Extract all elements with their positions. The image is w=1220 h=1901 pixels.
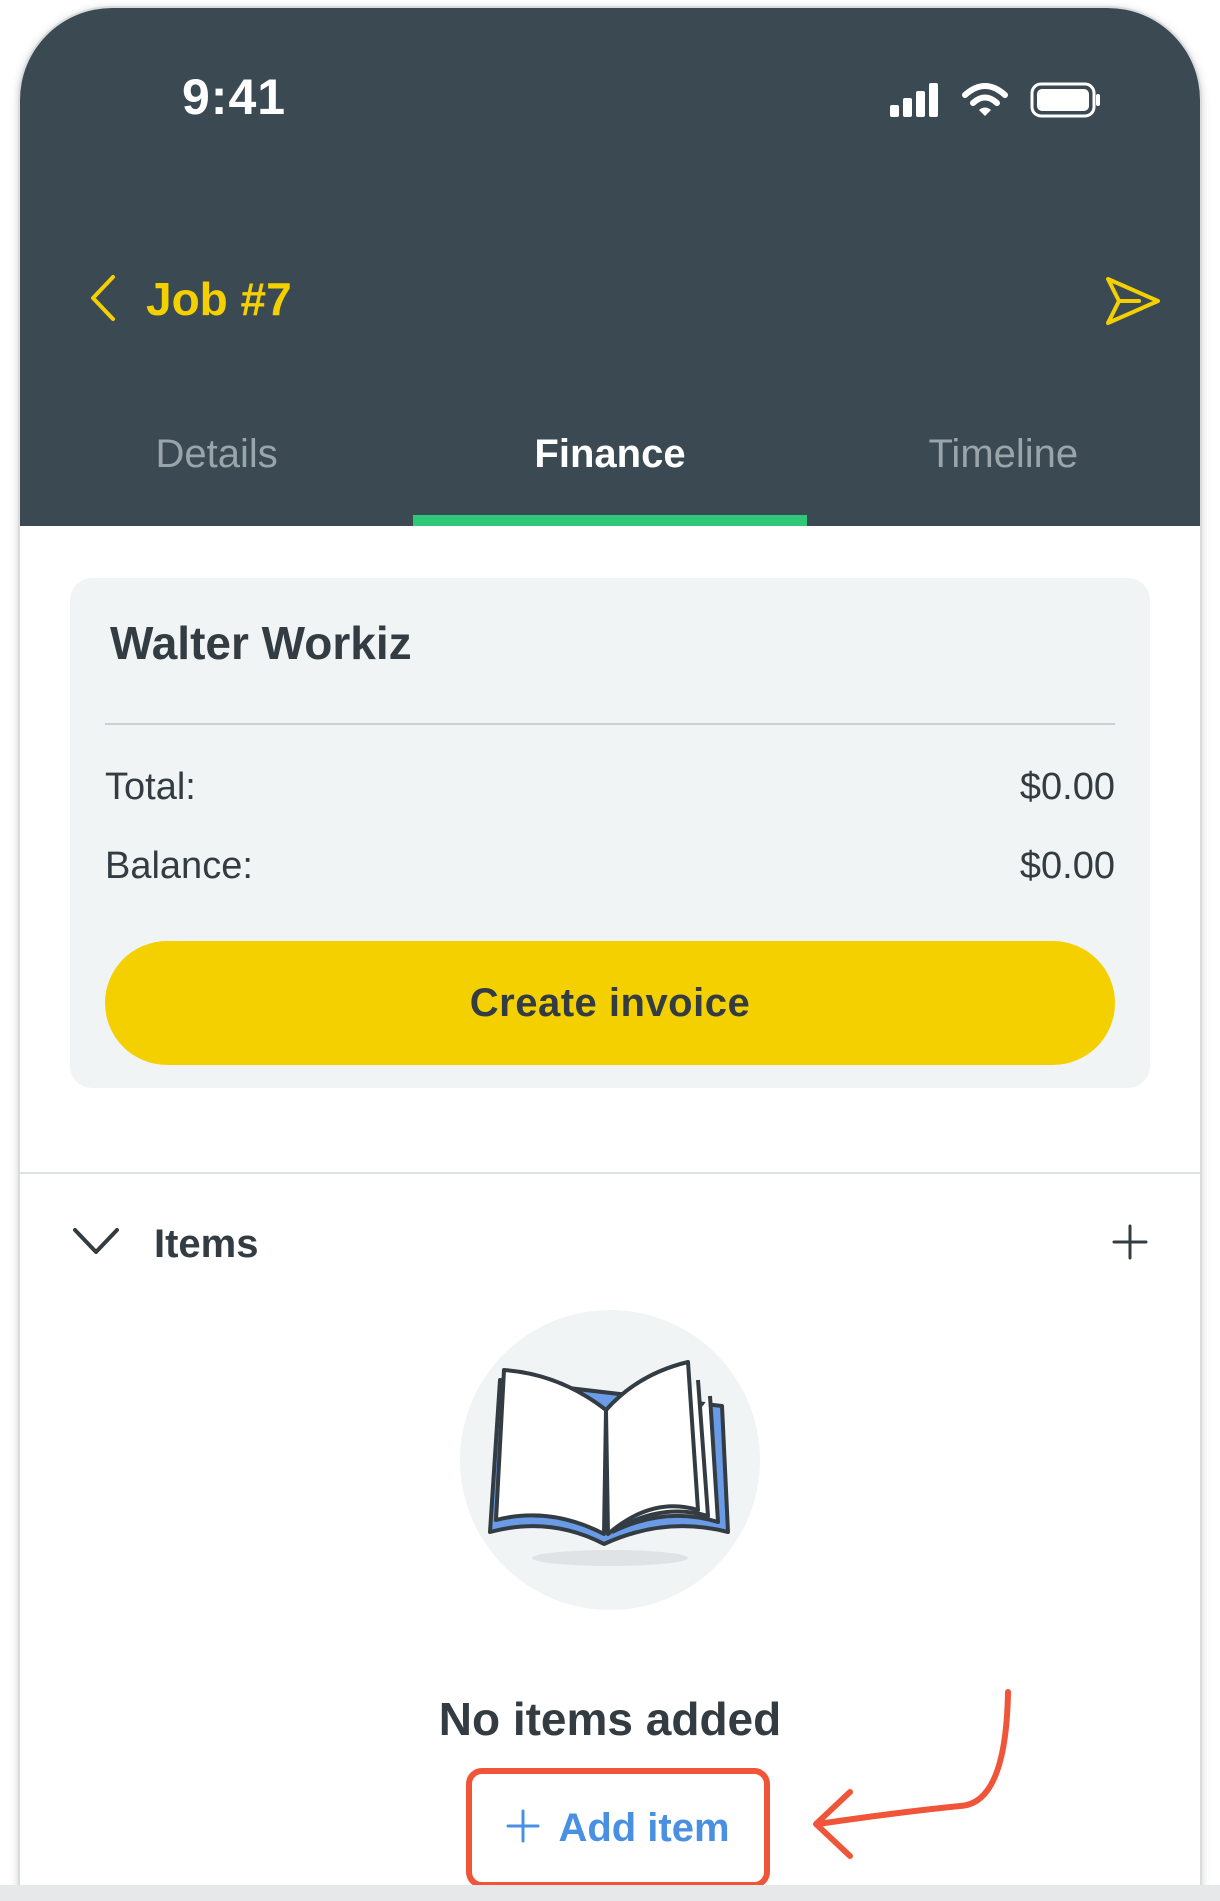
balance-value: $0.00 [1019,845,1115,887]
customer-name: Walter Workiz [110,617,412,669]
total-value: $0.00 [1019,766,1115,808]
open-book-icon [460,1360,760,1614]
active-tab-indicator [413,515,807,526]
items-title: Items [154,1222,259,1266]
signal-icon [890,83,940,122]
status-icons [890,82,1102,123]
phone-frame: 9:41 Job #7 Details Finance Timeline Wal… [20,8,1200,1901]
total-label: Total: [105,766,196,808]
bottom-edge [0,1885,1220,1901]
tab-timeline[interactable]: Timeline [807,408,1200,526]
chevron-down-icon[interactable] [72,1226,120,1261]
wifi-icon [962,83,1008,122]
empty-state-text: No items added [438,1693,782,1745]
page-title: Job #7 [146,273,292,325]
add-item-button[interactable]: Add item [466,1768,770,1888]
card-divider [105,723,1115,725]
add-item-plus-icon[interactable] [1112,1224,1148,1265]
balance-label: Balance: [105,845,253,887]
add-item-label: Add item [558,1805,730,1850]
tab-label: Details [155,432,278,476]
status-time: 9:41 [182,69,287,125]
battery-icon [1030,82,1102,123]
screen: 9:41 Job #7 Details Finance Timeline Wal… [0,0,1220,1901]
app-header: 9:41 Job #7 Details Finance Timeline [20,8,1200,526]
annotation-arrow-icon [800,1688,1020,1893]
tab-finance[interactable]: Finance [413,408,807,526]
back-button[interactable] [72,270,132,330]
tab-details[interactable]: Details [20,408,413,526]
send-icon [1105,276,1161,331]
plus-icon [506,1809,540,1848]
chevron-left-icon [87,274,117,327]
tab-label: Finance [534,432,686,476]
tab-bar: Details Finance Timeline [20,408,1200,526]
section-divider [20,1172,1200,1174]
tab-label: Timeline [928,432,1079,476]
create-invoice-button[interactable]: Create invoice [105,941,1115,1065]
items-section-header: Items [20,1208,1200,1288]
empty-state-illustration [460,1310,760,1610]
send-button[interactable] [1100,270,1166,336]
finance-summary-card: Walter Workiz Total: $0.00 Balance: $0.0… [70,578,1150,1088]
